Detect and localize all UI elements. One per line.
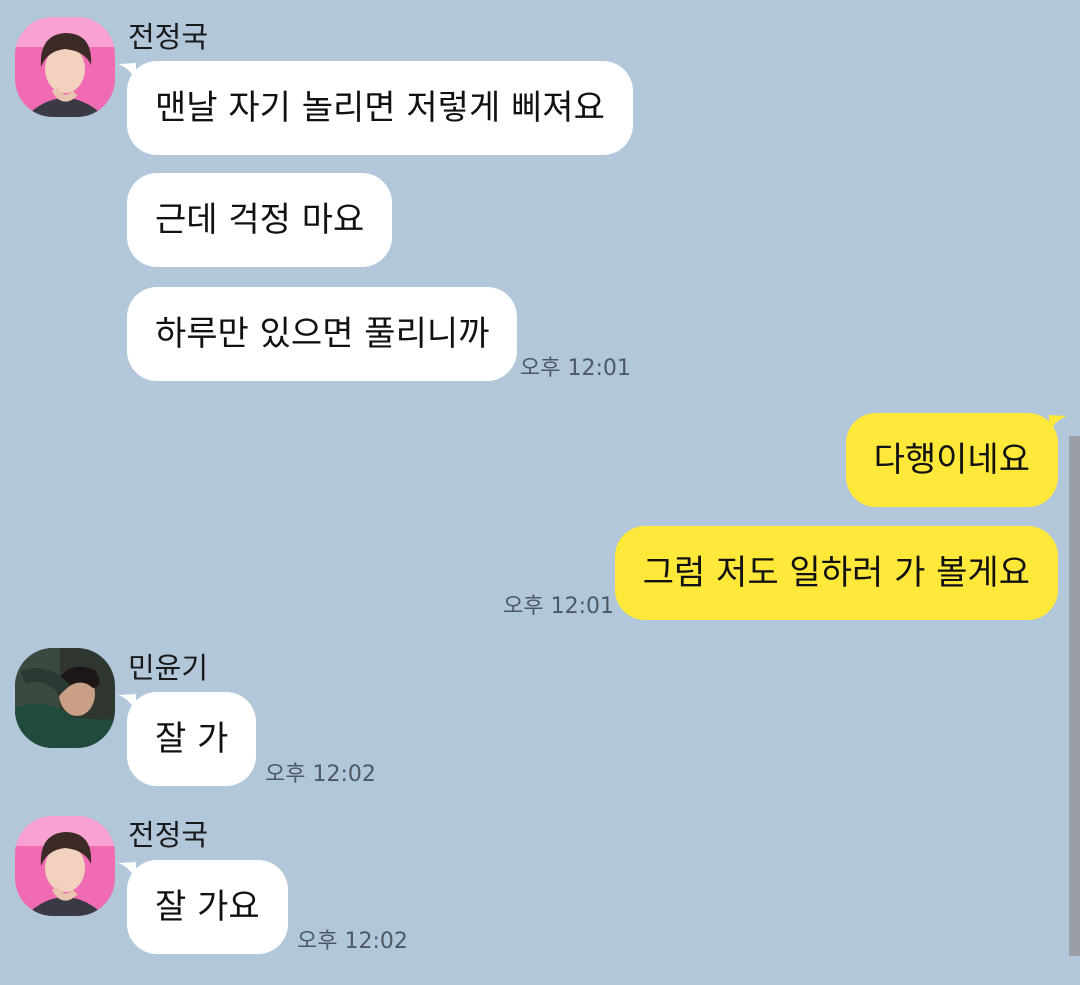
message-bubble-outgoing[interactable]: 그럼 저도 일하러 가 볼게요	[614, 526, 1058, 620]
message-text: 맨날 자기 놀리면 저렇게 삐져요	[155, 88, 605, 128]
message-time: 오후 12:02	[297, 929, 408, 954]
message-text: 잘 가	[155, 719, 229, 759]
message-time: 오후 12:01	[520, 356, 631, 381]
message-bubble[interactable]: 맨날 자기 놀리면 저렇게 삐져요	[118, 61, 633, 155]
profile-photo	[15, 816, 115, 916]
bubble-tail-icon	[118, 694, 136, 714]
message-text: 잘 가요	[155, 887, 260, 927]
message-text: 하루만 있으면 풀리니까	[155, 314, 490, 354]
bubble-tail-icon	[1049, 415, 1067, 435]
message-bubble-outgoing[interactable]: 다행이네요	[845, 413, 1067, 507]
message-bubble[interactable]: 근데 걱정 마요	[127, 173, 393, 267]
profile-photo	[15, 17, 115, 117]
avatar-jeon-jungkook[interactable]	[15, 17, 115, 117]
profile-photo	[15, 648, 115, 748]
sender-name: 민윤기	[128, 651, 209, 685]
message-text: 근데 걱정 마요	[155, 200, 365, 240]
bubble-tail-icon	[118, 63, 136, 83]
sender-name: 전정국	[128, 818, 209, 852]
message-bubble[interactable]: 잘 가요	[118, 860, 288, 954]
avatar-jeon-jungkook[interactable]	[15, 816, 115, 916]
message-time: 오후 12:01	[503, 594, 614, 619]
avatar-min-yoongi[interactable]	[15, 648, 115, 748]
scrollbar[interactable]	[1069, 436, 1080, 956]
message-bubble[interactable]: 하루만 있으면 풀리니까	[127, 287, 518, 381]
message-time: 오후 12:02	[265, 762, 376, 787]
message-text: 다행이네요	[873, 440, 1030, 480]
message-text: 그럼 저도 일하러 가 볼게요	[642, 553, 1030, 593]
message-bubble[interactable]: 잘 가	[118, 692, 257, 786]
bubble-tail-icon	[118, 862, 136, 882]
sender-name: 전정국	[128, 20, 209, 54]
